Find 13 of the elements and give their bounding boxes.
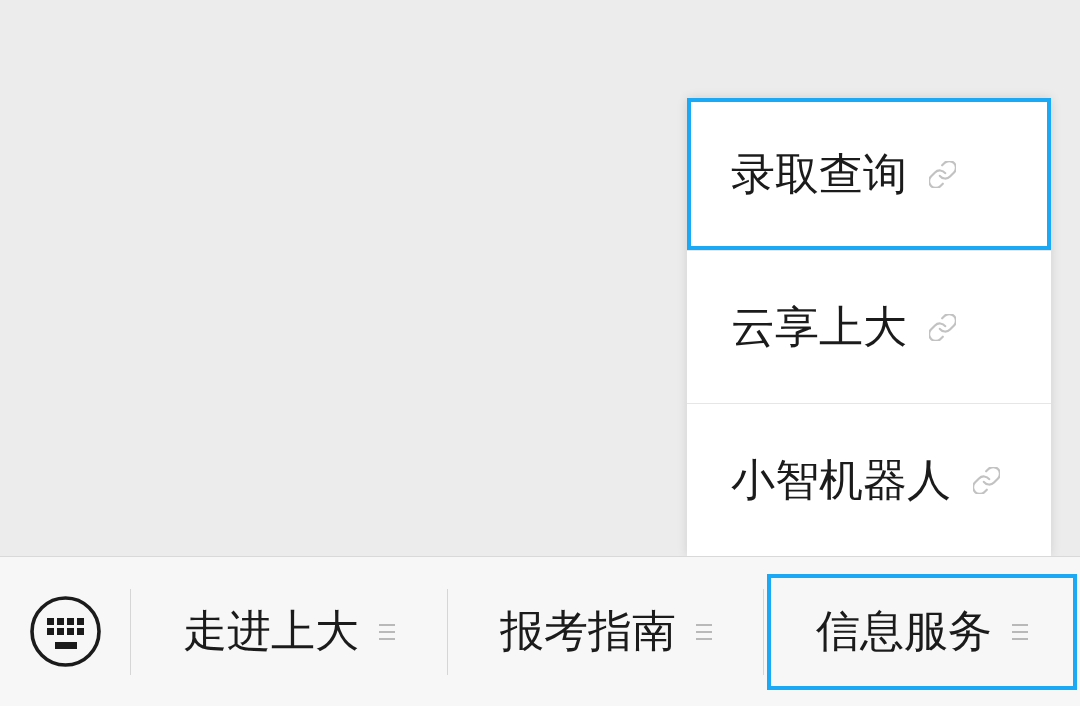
- link-icon: [929, 313, 956, 341]
- submenu-item[interactable]: 小智机器人: [687, 404, 1051, 556]
- submenu-item[interactable]: 云享上大: [687, 251, 1051, 403]
- link-icon: [929, 160, 956, 188]
- menu-tab[interactable]: 走进上大: [133, 573, 444, 690]
- menu-tab[interactable]: 信息服务: [767, 573, 1078, 690]
- menu-icon: [1012, 622, 1029, 641]
- menu-icon: [695, 622, 712, 641]
- link-icon: [973, 466, 1000, 494]
- menu-tab[interactable]: 报考指南: [450, 573, 761, 690]
- keyboard-icon[interactable]: [29, 596, 101, 667]
- submenu-item[interactable]: 录取查询: [687, 98, 1051, 250]
- menu-icon: [378, 622, 395, 641]
